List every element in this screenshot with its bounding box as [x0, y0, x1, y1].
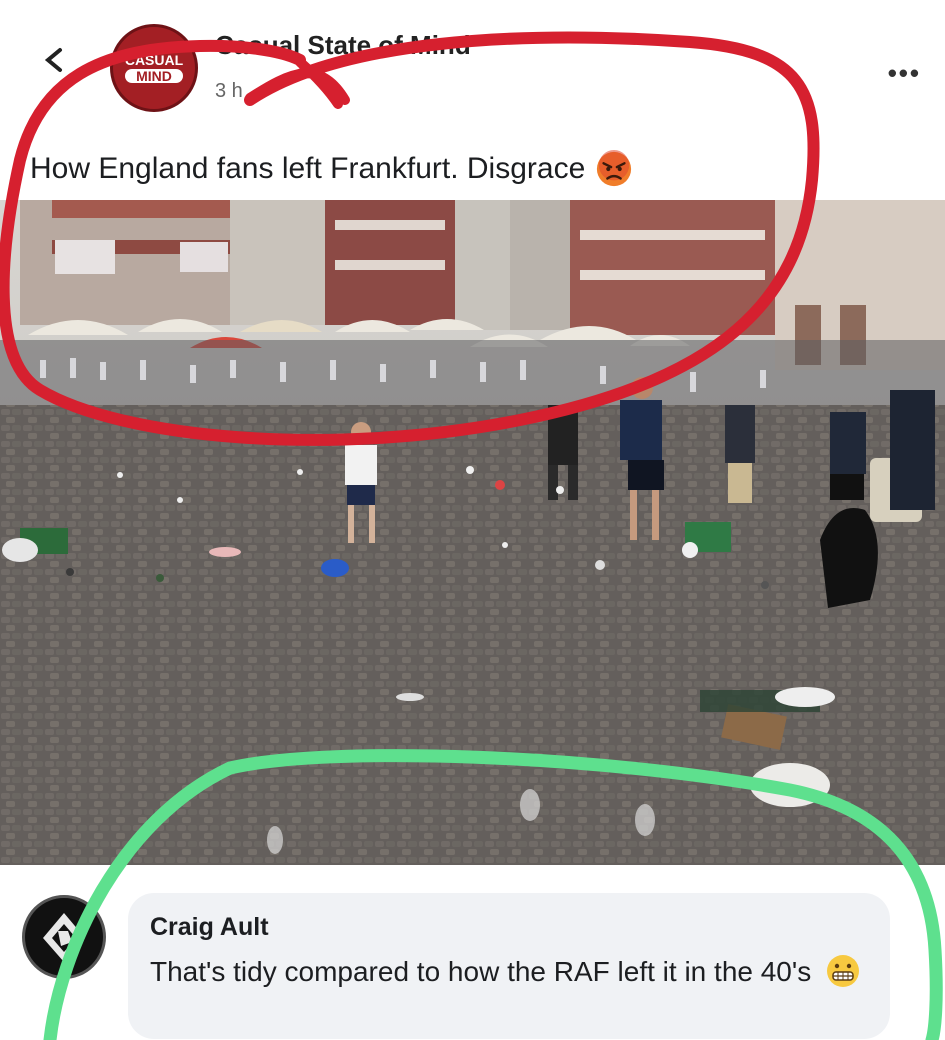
page-name[interactable]: Casual State of Mind [215, 30, 471, 61]
comment-section: Craig Ault That's tidy compared to how t… [0, 865, 945, 1040]
page-logo: CASUAL MIND [124, 52, 184, 84]
post-caption: How England fans left Frankfurt. Disgrac… [30, 150, 633, 188]
commenter-name[interactable]: Craig Ault [150, 913, 269, 942]
post-header: CASUAL MIND Casual State of Mind 3 h ••• [0, 0, 945, 140]
comment-bubble: Craig Ault That's tidy compared to how t… [128, 893, 890, 1039]
plastic-bag [750, 763, 830, 807]
grimacing-face-icon [827, 955, 860, 987]
wolf-logo-icon [43, 913, 85, 962]
back-arrow-icon[interactable] [40, 46, 68, 74]
page-avatar[interactable]: CASUAL MIND [110, 24, 198, 112]
caption-text: How England fans left Frankfurt. Disgrac… [30, 152, 586, 185]
post-photo[interactable] [0, 200, 945, 865]
angry-face-icon [597, 150, 632, 187]
bin-bag [820, 508, 878, 608]
comment-text: That's tidy compared to how the RAF left… [150, 951, 870, 993]
post-timestamp[interactable]: 3 h [215, 80, 243, 103]
square-scene [0, 200, 945, 865]
comment-body: That's tidy compared to how the RAF left… [150, 956, 812, 987]
commenter-avatar[interactable] [22, 895, 106, 979]
more-options-icon[interactable]: ••• [888, 58, 921, 89]
